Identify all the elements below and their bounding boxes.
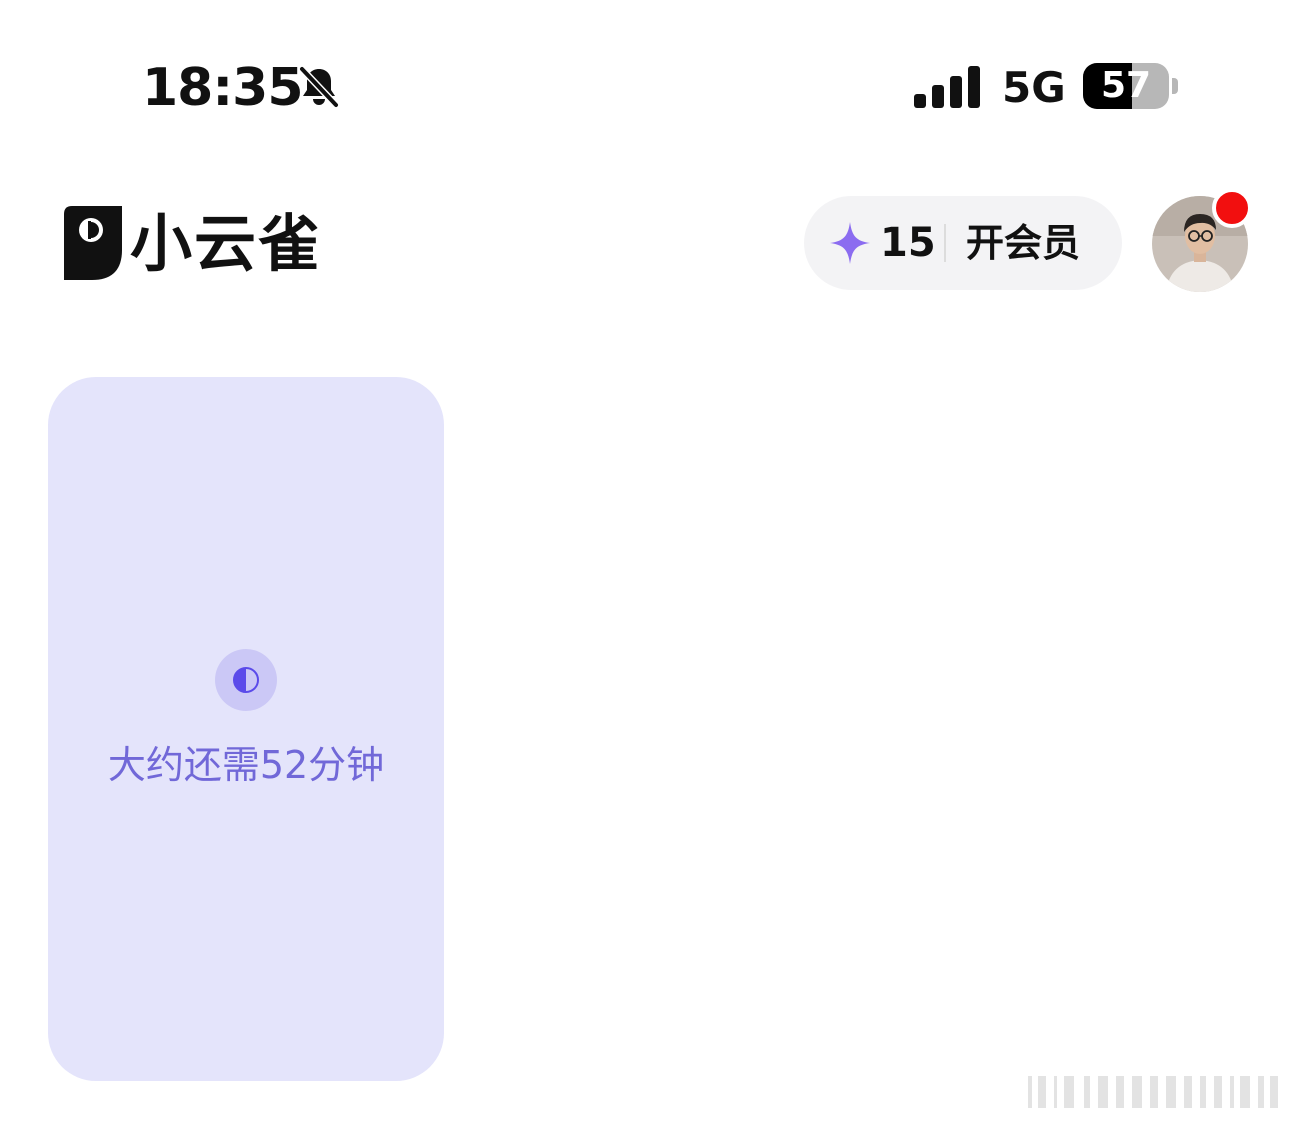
open-membership-label: 开会员 <box>966 221 1081 265</box>
notification-dot <box>1212 188 1252 228</box>
battery-cap <box>1172 78 1178 94</box>
status-time: 18:35 <box>142 58 304 118</box>
battery-level: 57 <box>1100 65 1152 106</box>
watermark <box>1028 1076 1278 1108</box>
credits-membership-button[interactable]: 15 开会员 <box>804 196 1122 290</box>
sparkle-icon <box>830 222 870 264</box>
app-screen: 18:35 5G 57 小云雀 15 开会员 大约还需52分钟 <box>0 0 1290 1124</box>
battery-body: 57 <box>1083 63 1169 109</box>
network-type: 5G <box>1002 63 1066 112</box>
remaining-time-text: 大约还需52分钟 <box>107 743 385 787</box>
battery-indicator: 57 <box>1083 63 1179 111</box>
generation-task-card[interactable]: 大约还需52分钟 <box>48 377 444 1081</box>
bell-slash-icon <box>298 65 340 109</box>
signal-strength-icon <box>914 66 980 108</box>
credit-count: 15 <box>880 220 936 266</box>
app-name: 小云雀 <box>130 207 323 280</box>
pill-divider <box>944 224 946 262</box>
half-moon-progress-icon <box>215 649 277 711</box>
bird-logo-icon <box>64 206 122 280</box>
